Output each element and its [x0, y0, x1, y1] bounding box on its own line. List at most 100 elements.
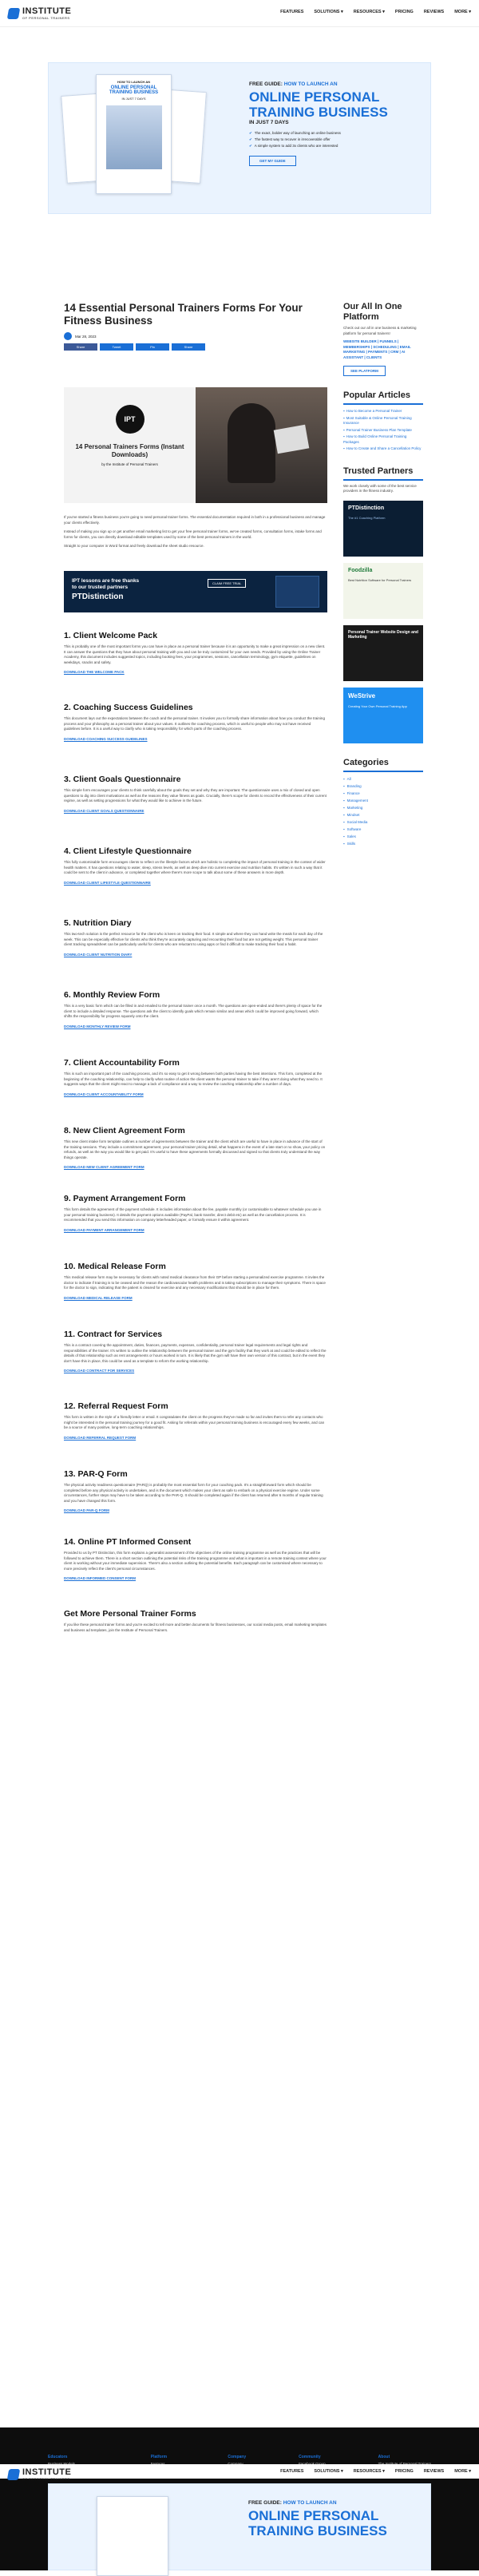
section: 1. Client Welcome Pack This is probably …: [64, 631, 327, 674]
nav-item-more[interactable]: MORE ▾: [454, 10, 471, 14]
check-item: The exact, bolder way of launching an on…: [249, 130, 425, 137]
popular-link[interactable]: How to Create and Share a Cancellation P…: [343, 446, 423, 452]
section: 11. Contract for Services This is a cont…: [64, 1330, 327, 1373]
see-platform-button[interactable]: SEE PLATFORM: [343, 366, 386, 376]
featured-image: IPT 14 Personal Trainers Forms (Instant …: [64, 387, 327, 503]
popular-heading: Popular Articles: [343, 390, 423, 405]
category-list: All Branding Finance Management Marketin…: [343, 775, 423, 847]
hero-text: FREE GUIDE: HOW TO LAUNCH AN ONLINE PERS…: [249, 81, 425, 166]
download-link[interactable]: DOWNLOAD PAR-Q FORM: [64, 1508, 327, 1512]
site-logo[interactable]: INSTITUTE OF PERSONAL TRAINERS: [6, 2466, 78, 2483]
category-link[interactable]: Social Media: [343, 818, 423, 826]
intro-paragraph: Straight to your computer in Word format…: [64, 544, 204, 548]
download-link[interactable]: DOWNLOAD MONTHLY REVIEW FORM: [64, 1024, 327, 1028]
check-item: The fastest way to recover in irrecovera…: [249, 137, 425, 143]
intro-paragraph: If you've started a fitness business you…: [64, 515, 326, 525]
download-link[interactable]: DOWNLOAD CLIENT ACCOUNTABILITY FORM: [64, 1092, 327, 1096]
get-guide-button[interactable]: GET MY GUIDE: [249, 156, 296, 166]
download-link[interactable]: DOWNLOAD COACHING SUCCESS GUIDELINES: [64, 737, 327, 741]
banner-brand: PTDistinction: [72, 592, 124, 601]
download-link[interactable]: DOWNLOAD CLIENT LIFESTYLE QUESTIONNAIRE: [64, 881, 327, 885]
logo-mark-icon: [6, 8, 21, 19]
ipt-logo-icon: IPT: [115, 405, 144, 434]
section: 12. Referral Request Form This form is w…: [64, 1401, 327, 1440]
section-text: This is probably one of the most importa…: [64, 644, 326, 664]
section-text: This is such an important part of the co…: [64, 1072, 323, 1086]
share-twitter-button[interactable]: Tweet: [100, 343, 133, 351]
popular-link[interactable]: How to Build Online Personal Training Pa…: [343, 434, 423, 445]
category-link[interactable]: Mindset: [343, 811, 423, 818]
nav-item-resources[interactable]: RESOURCES ▾: [354, 10, 385, 14]
category-link[interactable]: Branding: [343, 783, 423, 790]
partner-card-westrive[interactable]: WeStrive Creating Your Own Personal Trai…: [343, 687, 423, 743]
section-heading: 13. PAR-Q Form: [64, 1469, 128, 1479]
guide-book-image: HOW TO LAUNCH AN ONLINE PERSONAL TRAININ…: [61, 70, 208, 206]
partner-banner[interactable]: IPT lessons are free thanks to our trust…: [64, 571, 327, 612]
share-pinterest-button[interactable]: Pin: [136, 343, 169, 351]
claim-trial-button[interactable]: CLAIM FREE TRIAL: [208, 579, 247, 588]
section-text: This fully customisable form encourages …: [64, 860, 326, 874]
platform-features[interactable]: WEBSITE BUILDER | FUNNELS | MEMBERSHIPS …: [343, 339, 423, 360]
section-heading: 6. Monthly Review Form: [64, 990, 160, 1000]
section-text: This simple form encourages your clients…: [64, 788, 327, 803]
category-link[interactable]: Software: [343, 826, 423, 833]
featured-photo: [196, 387, 327, 503]
download-link[interactable]: DOWNLOAD REFERRAL REQUEST FORM: [64, 1436, 327, 1440]
partner-card-foodzilla[interactable]: Foodzilla Best Nutrition Software for Pe…: [343, 562, 423, 619]
site-logo[interactable]: INSTITUTE OF PERSONAL TRAINERS: [6, 5, 78, 22]
category-link[interactable]: Management: [343, 797, 423, 804]
popular-link[interactable]: Personal Trainer Business Plan Template: [343, 428, 423, 434]
category-link[interactable]: Sales: [343, 833, 423, 840]
section-text: This new client intake form template out…: [64, 1139, 326, 1159]
section-text: The physical activity readiness question…: [64, 1483, 323, 1503]
download-link[interactable]: DOWNLOAD PAYMENT ARRANGEMENT FORM: [64, 1228, 327, 1232]
section: 3. Client Goals Questionnaire This simpl…: [64, 775, 327, 813]
more-forms-text: If you like these personal trainer forms…: [64, 1623, 327, 1632]
section-text: This is a very basic form which can be f…: [64, 1004, 323, 1018]
download-link[interactable]: DOWNLOAD MEDICAL RELEASE FORM: [64, 1296, 327, 1300]
popular-link[interactable]: Most Suitable & Online Personal Training…: [343, 416, 423, 426]
download-link[interactable]: DOWNLOAD CLIENT NUTRITION DIARY: [64, 953, 327, 957]
download-link[interactable]: DOWNLOAD THE WELCOME PACK: [64, 670, 327, 674]
logo-sub: OF PERSONAL TRAINERS: [22, 16, 70, 20]
download-link[interactable]: DOWNLOAD NEW CLIENT AGREEMENT FORM: [64, 1165, 327, 1169]
nav-item-reviews[interactable]: REVIEWS: [424, 10, 444, 14]
share-facebook-button[interactable]: Share: [64, 343, 97, 351]
top-navbar: INSTITUTE OF PERSONAL TRAINERS FEATURES …: [0, 0, 479, 27]
category-link[interactable]: Skills: [343, 840, 423, 847]
section: 10. Medical Release Form This medical re…: [64, 1262, 327, 1300]
section-heading: 4. Client Lifestyle Questionnaire: [64, 846, 192, 856]
category-link[interactable]: Finance: [343, 790, 423, 797]
download-link[interactable]: DOWNLOAD INFORMED CONSENT FORM: [64, 1576, 327, 1580]
more-forms-heading: Get More Personal Trainer Forms: [64, 1609, 196, 1619]
featured-title: 14 Personal Trainers Forms (Instant Down…: [75, 443, 184, 458]
section-heading: 11. Contract for Services: [64, 1330, 163, 1339]
hero-title: ONLINE PERSONAL TRAINING BUSINESS: [248, 2508, 387, 2538]
section: 13. PAR-Q Form The physical activity rea…: [64, 1469, 327, 1512]
partner-card-website-design[interactable]: Personal Trainer Website Design and Mark…: [343, 624, 423, 681]
section-heading: 1. Client Welcome Pack: [64, 631, 158, 640]
section-heading: 9. Payment Arrangement Form: [64, 1194, 186, 1203]
book-sub: IN JUST 7 DAYS: [121, 97, 146, 101]
nav-item-features[interactable]: FEATURES: [280, 10, 303, 14]
section: 14. Online PT Informed Consent Provided …: [64, 1537, 327, 1580]
download-link[interactable]: DOWNLOAD CLIENT GOALS QUESTIONNAIRE: [64, 809, 327, 813]
section-heading: 14. Online PT Informed Consent: [64, 1537, 192, 1547]
category-link[interactable]: All: [343, 775, 423, 783]
nav-item-solutions[interactable]: SOLUTIONS ▾: [314, 10, 342, 14]
free-guide-banner-repeat: FREE GUIDE: HOW TO LAUNCH AN ONLINE PERS…: [48, 2483, 431, 2576]
popular-link[interactable]: How to Become a Personal Trainer: [343, 409, 423, 414]
section: 6. Monthly Review Form This is a very ba…: [64, 990, 327, 1028]
article-meta: Mar 28, 2023: [64, 332, 327, 340]
partner-card-ptdistinction[interactable]: PTDistinction The #1 Coaching Platform: [343, 500, 423, 557]
logo-brand: INSTITUTE: [22, 6, 72, 16]
share-buttons: Share Tweet Pin Share: [64, 343, 327, 351]
section-heading: 10. Medical Release Form: [64, 1262, 166, 1271]
share-linkedin-button[interactable]: Share: [172, 343, 205, 351]
section-heading: 2. Coaching Success Guidelines: [64, 703, 193, 712]
category-link[interactable]: Marketing: [343, 804, 423, 811]
nav-item-pricing[interactable]: PRICING: [395, 10, 414, 14]
download-link[interactable]: DOWNLOAD CONTRACT FOR SERVICES: [64, 1369, 327, 1373]
featured-sub: by the Institute of Personal Trainers: [101, 462, 158, 466]
partners-heading: Trusted Partners: [343, 466, 423, 481]
